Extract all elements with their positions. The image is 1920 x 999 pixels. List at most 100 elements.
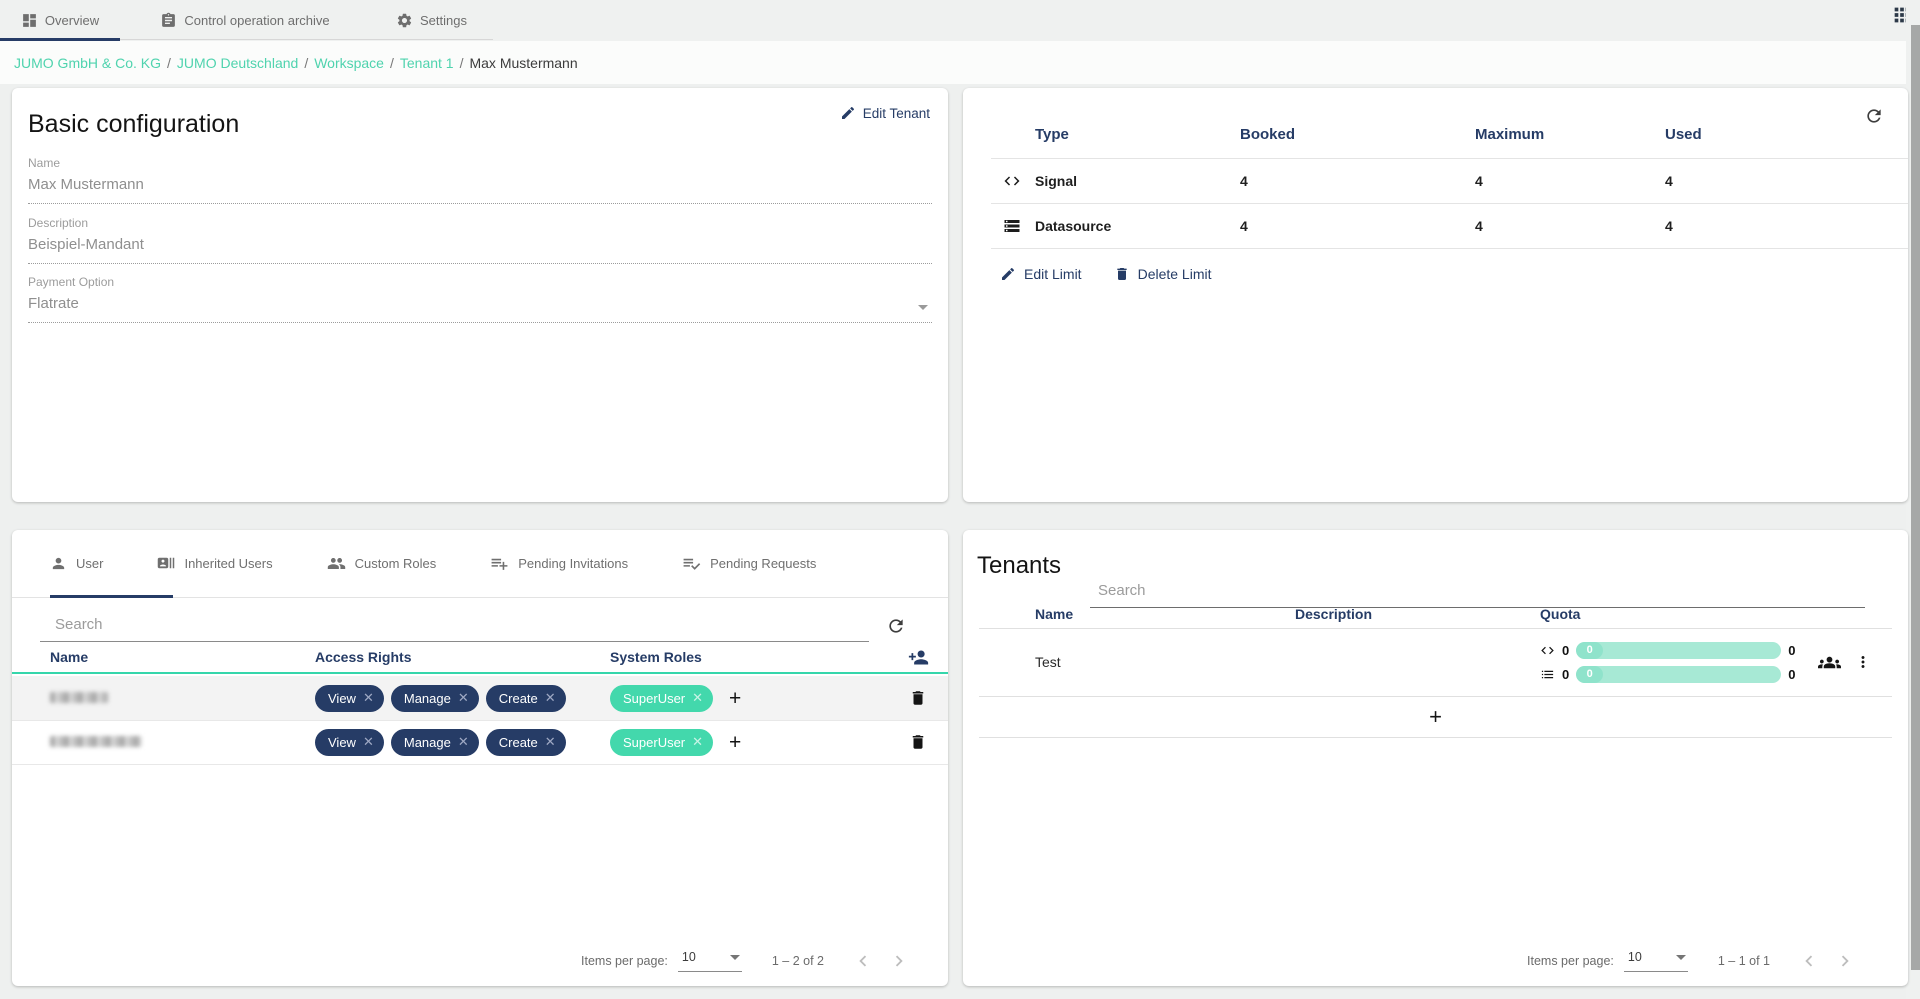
users-pagination: Items per page: 10 1 – 2 of 2 — [581, 950, 910, 972]
quota-progress-bar: 0 — [1576, 641, 1782, 659]
close-icon[interactable]: ✕ — [545, 690, 556, 706]
items-per-page-label: Items per page: — [1527, 954, 1614, 968]
page-size-select[interactable]: 10 — [1623, 950, 1688, 972]
active-tab-indicator — [50, 595, 173, 598]
limits-row-booked: 4 — [1240, 217, 1248, 234]
pencil-icon — [1000, 266, 1016, 282]
users-header-name: Name — [50, 649, 89, 665]
close-icon[interactable]: ✕ — [363, 690, 374, 706]
access-chip-view[interactable]: View ✕ — [315, 684, 384, 712]
close-icon[interactable]: ✕ — [545, 734, 556, 750]
breadcrumb-link-company[interactable]: JUMO GmbH & Co. KG — [14, 55, 161, 71]
access-chip-view[interactable]: View ✕ — [315, 728, 384, 756]
tab-custom-roles-label: Custom Roles — [354, 555, 437, 571]
payment-option-select[interactable]: Payment Option Flatrate — [28, 275, 932, 323]
edit-limit-button[interactable]: Edit Limit — [1000, 266, 1082, 282]
name-field-label: Name — [28, 156, 61, 170]
name-field[interactable]: Name Max Mustermann — [28, 156, 932, 204]
access-chip-create[interactable]: Create ✕ — [485, 684, 566, 712]
tenants-table-header: Name Description Quota — [963, 600, 1908, 628]
name-field-value: Max Mustermann — [28, 176, 144, 193]
tab-inherited-users-label: Inherited Users — [184, 555, 273, 571]
breadcrumb-link-workspace[interactable]: Workspace — [314, 55, 384, 71]
limits-row-signal[interactable]: Signal 4 4 4 — [963, 158, 1908, 203]
access-chip-manage[interactable]: Manage ✕ — [390, 728, 479, 756]
top-tab-bar: Overview Control operation archive Setti… — [0, 0, 1920, 41]
breadcrumb-current: Max Mustermann — [469, 54, 578, 71]
previous-page-button[interactable] — [1798, 950, 1820, 972]
users-header-access-rights: Access Rights — [315, 649, 412, 665]
tenants-card: Tenants Name Description Quota Test 0 0 … — [963, 530, 1908, 986]
breadcrumb-link-organization[interactable]: JUMO Deutschland — [177, 55, 298, 71]
system-roles-chips: SuperUser ✕ + — [610, 684, 888, 712]
breadcrumb: JUMO GmbH & Co. KG / JUMO Deutschland / … — [0, 41, 1906, 84]
users-card: User Inherited Users Custom Roles Pendin… — [12, 530, 948, 986]
user-table-row[interactable]: View ✕ Manage ✕ Create ✕ SuperUser ✕ + — [12, 720, 948, 764]
access-chip-manage[interactable]: Manage ✕ — [390, 684, 479, 712]
close-icon[interactable]: ✕ — [692, 690, 703, 706]
system-roles-chips: SuperUser ✕ + — [610, 728, 888, 756]
tab-settings-label: Settings — [420, 12, 467, 28]
tab-pending-invitations[interactable]: Pending Invitations — [490, 554, 628, 573]
vertical-scrollbar[interactable] — [1906, 0, 1920, 999]
description-field-value: Beispiel-Mandant — [28, 236, 144, 253]
quota-booked-value: 0 — [1562, 642, 1570, 658]
next-page-button[interactable] — [1834, 950, 1856, 972]
limits-row-used: 4 — [1665, 217, 1673, 234]
payment-option-label: Payment Option — [28, 275, 115, 289]
tab-control-operation-archive[interactable]: Control operation archive — [120, 0, 370, 40]
tab-user[interactable]: User — [50, 555, 103, 572]
limits-row-datasource[interactable]: Datasource 4 4 4 — [963, 203, 1908, 248]
delete-user-button[interactable] — [909, 689, 927, 707]
next-page-button[interactable] — [888, 950, 910, 972]
page-size-select[interactable]: 10 — [677, 950, 742, 972]
close-icon[interactable]: ✕ — [692, 734, 703, 750]
tab-custom-roles[interactable]: Custom Roles — [327, 554, 437, 573]
quota-datasource-line: 0 0 0 — [1540, 665, 1818, 683]
role-chip-superuser[interactable]: SuperUser ✕ — [610, 684, 714, 712]
users-table-header: Name Access Rights System Roles — [12, 642, 948, 674]
delete-user-button[interactable] — [909, 733, 927, 751]
description-field[interactable]: Description Beispiel-Mandant — [28, 216, 932, 264]
scrollbar-thumb[interactable] — [1911, 25, 1920, 970]
code-icon — [1540, 643, 1555, 658]
add-user-button[interactable] — [908, 647, 929, 668]
add-role-button[interactable]: + — [729, 732, 741, 753]
quota-max-value: 0 — [1788, 666, 1796, 682]
add-role-button[interactable]: + — [729, 688, 741, 709]
delete-limit-label: Delete Limit — [1137, 266, 1212, 282]
tab-pending-requests[interactable]: Pending Requests — [682, 554, 816, 573]
divider — [979, 737, 1892, 738]
trash-icon — [1114, 266, 1130, 282]
tenant-name: Test — [1035, 654, 1061, 670]
add-tenant-button[interactable]: + — [1429, 705, 1442, 728]
clipboard-icon — [160, 12, 177, 29]
edit-tenant-button[interactable]: Edit Tenant — [840, 105, 930, 121]
tab-settings[interactable]: Settings — [370, 0, 493, 40]
close-icon[interactable]: ✕ — [363, 734, 374, 750]
tab-overview[interactable]: Overview — [0, 0, 120, 40]
user-table-row[interactable]: View ✕ Manage ✕ Create ✕ SuperUser ✕ + — [12, 676, 948, 720]
limits-header-type: Type — [1035, 125, 1069, 143]
users-header-system-roles: System Roles — [610, 649, 702, 665]
tenant-users-icon[interactable] — [1818, 651, 1841, 674]
contact-card-icon — [157, 554, 175, 572]
tenant-table-row[interactable]: Test 0 0 0 0 0 0 — [963, 628, 1908, 696]
playlist-check-icon — [682, 554, 701, 573]
delete-limit-button[interactable]: Delete Limit — [1114, 266, 1212, 282]
tab-inherited-users[interactable]: Inherited Users — [157, 554, 273, 572]
breadcrumb-separator: / — [304, 54, 309, 71]
list-icon — [1540, 667, 1555, 682]
quota-booked-value: 0 — [1562, 666, 1570, 682]
access-chip-create[interactable]: Create ✕ — [485, 728, 566, 756]
close-icon[interactable]: ✕ — [458, 734, 469, 750]
user-search-input[interactable] — [40, 612, 869, 641]
refresh-users-button[interactable] — [886, 616, 906, 636]
limits-row-booked: 4 — [1240, 172, 1248, 189]
limits-row-label: Datasource — [1035, 217, 1112, 234]
role-chip-superuser[interactable]: SuperUser ✕ — [610, 728, 714, 756]
close-icon[interactable]: ✕ — [458, 690, 469, 706]
more-vertical-icon[interactable] — [1854, 653, 1872, 671]
previous-page-button[interactable] — [852, 950, 874, 972]
breadcrumb-link-tenant[interactable]: Tenant 1 — [400, 55, 454, 71]
